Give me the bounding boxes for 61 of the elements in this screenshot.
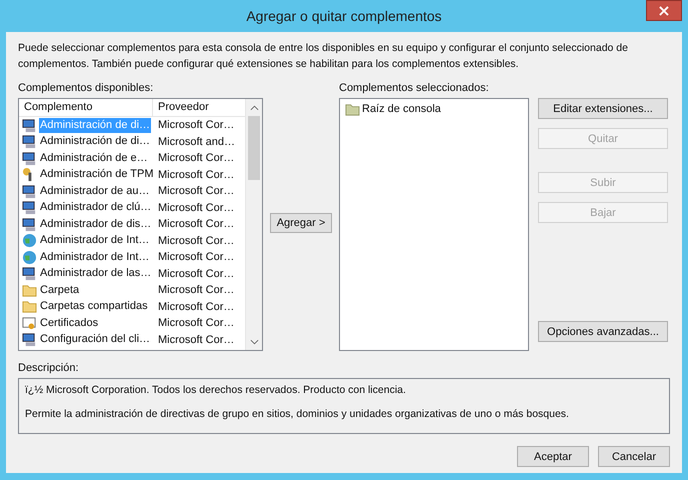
add-button[interactable]: Agregar > bbox=[270, 213, 332, 233]
dialog-button[interactable]: Aceptar bbox=[517, 446, 589, 467]
close-button[interactable]: × bbox=[646, 0, 682, 21]
snap-in-name[interactable]: Administración de di… bbox=[39, 134, 152, 150]
computer-icon bbox=[22, 134, 37, 150]
vendor-cell-text: Microsoft Cor… bbox=[157, 316, 236, 332]
vendor-cell-text: Microsoft and… bbox=[157, 134, 236, 150]
vendor-cell-text: Microsoft Cor… bbox=[157, 250, 236, 266]
description-text: ï¿½ Microsoft Corporation. Todos los derechos reservados. Producto con licencia. bbox=[25, 383, 407, 397]
snap-in-name[interactable]: Carpetas compartidas bbox=[39, 299, 149, 314]
certificate-icon bbox=[22, 316, 37, 331]
vendor-cell-text: Microsoft Cor… bbox=[157, 283, 236, 298]
snap-in-name[interactable]: Administrador de dis… bbox=[39, 216, 152, 232]
advanced-options-button[interactable]: Opciones avanzadas... bbox=[538, 321, 668, 342]
computer-icon bbox=[22, 200, 37, 216]
scroll-up-icon[interactable] bbox=[250, 104, 258, 110]
globe-icon bbox=[22, 250, 37, 265]
dialog-button[interactable]: Cancelar bbox=[598, 446, 670, 467]
snap-in-name[interactable]: Administrador de Int… bbox=[39, 250, 150, 265]
side-button[interactable]: Editar extensiones... bbox=[538, 98, 668, 119]
snap-in-name[interactable]: Raíz de consola bbox=[362, 103, 441, 115]
computer-icon bbox=[22, 118, 37, 133]
computer-icon bbox=[22, 150, 37, 166]
selected-label: Complementos seleccionados: bbox=[339, 81, 490, 95]
vendor-cell-text: Microsoft Cor… bbox=[157, 300, 236, 315]
vendor-cell-text: Microsoft Cor… bbox=[157, 332, 236, 348]
computer-icon bbox=[22, 332, 37, 348]
folder-icon bbox=[345, 102, 360, 116]
scroll-thumb[interactable] bbox=[248, 116, 260, 180]
computer-icon bbox=[22, 266, 37, 282]
vendor-cell-text: Microsoft Cor… bbox=[157, 168, 236, 183]
description-text: Permite la administración de directivas de grupo en sitios, dominios y unidades organizativas de uno o más bosques. bbox=[25, 407, 570, 421]
intro-text: Puede seleccionar complementos para esta consola de entre los disponibles en su equipo y configurar el conjunto seleccionado de complementos. También puede configurar qué extensiones se habilitan para los complementos extensibles. bbox=[18, 41, 629, 72]
snap-in-name[interactable]: Administrador de las… bbox=[39, 266, 152, 282]
vendor-cell-text: Microsoft Cor… bbox=[157, 184, 236, 200]
globe-icon bbox=[22, 233, 37, 248]
vendor-cell-text: Microsoft Cor… bbox=[157, 217, 236, 232]
snap-in-name[interactable]: Configuración del cli… bbox=[39, 332, 152, 348]
folder-icon bbox=[22, 299, 37, 314]
vendor-cell-text: Microsoft Cor… bbox=[157, 266, 236, 282]
scroll-down-icon[interactable] bbox=[250, 338, 258, 344]
column-header[interactable]: Complemento bbox=[19, 99, 153, 116]
column-header[interactable]: Proveedor bbox=[153, 99, 245, 116]
snap-in-name[interactable]: Administración de e… bbox=[39, 150, 149, 166]
vendor-cell-text: Microsoft Cor… bbox=[157, 118, 236, 134]
scrollbar[interactable] bbox=[245, 99, 262, 350]
computer-icon bbox=[22, 216, 37, 232]
vendor-cell-text: Microsoft Cor… bbox=[157, 151, 236, 166]
folder-icon bbox=[22, 282, 37, 298]
available-label: Complementos disponibles: bbox=[18, 81, 154, 95]
vendor-cell-text: Microsoft Cor… bbox=[157, 200, 236, 216]
snap-in-name[interactable]: Administrador de clú… bbox=[39, 200, 152, 216]
snap-in-name[interactable]: Certificados bbox=[39, 316, 100, 331]
snap-in-name[interactable]: Administrador de Int… bbox=[39, 233, 150, 248]
snap-in-name[interactable]: Administrador de au… bbox=[39, 184, 150, 199]
snap-in-name[interactable]: Carpeta bbox=[39, 282, 80, 298]
window-title: Agregar o quitar complementos bbox=[246, 8, 442, 24]
computer-icon bbox=[22, 184, 37, 199]
description-label: Descripción: bbox=[18, 361, 80, 375]
vendor-cell-text: Microsoft Cor… bbox=[157, 234, 236, 249]
snap-in-name[interactable]: Administración de TPM bbox=[39, 167, 155, 182]
